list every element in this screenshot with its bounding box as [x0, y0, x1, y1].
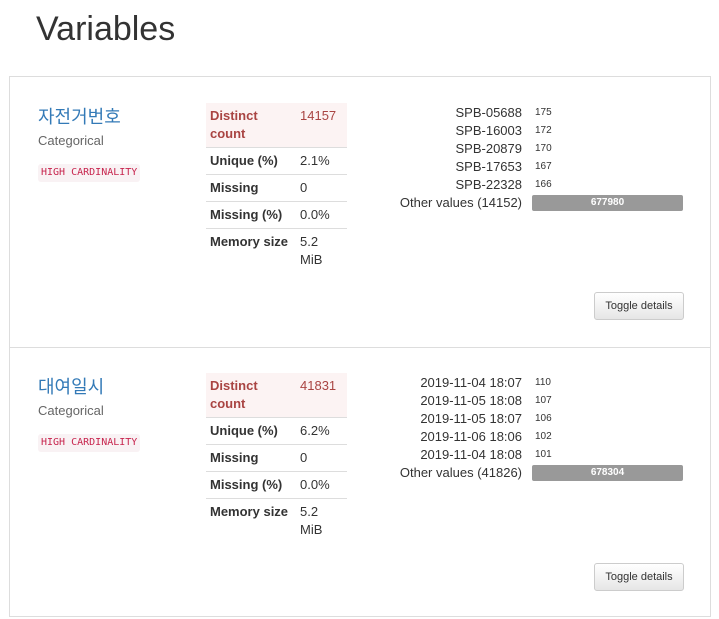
stats-row: Unique (%) 6.2% — [206, 417, 347, 445]
stats-row: Unique (%) 2.1% — [206, 147, 347, 175]
stat-value: 6.2% — [296, 417, 347, 445]
frequency-value: 2019-11-05 18:07 — [420, 411, 522, 426]
stat-value: 0.0% — [296, 201, 347, 229]
stat-label: Memory size — [206, 228, 296, 273]
page-title: Variables — [36, 10, 176, 48]
stat-value: 0 — [296, 174, 347, 202]
frequency-count: 172 — [535, 125, 552, 136]
variable-row: 자전거번호 Categorical HIGH CARDINALITY Disti… — [10, 77, 710, 348]
stats-row: Missing (%) 0.0% — [206, 471, 347, 499]
frequency-row: SPB-20879 170 — [370, 140, 690, 158]
high-cardinality-badge: HIGH CARDINALITY — [38, 434, 141, 452]
stat-label: Missing — [206, 444, 296, 472]
stat-label: Missing — [206, 174, 296, 202]
toggle-details-button[interactable]: Toggle details — [594, 563, 684, 591]
variable-name-link[interactable]: 대여일시 — [38, 377, 104, 399]
frequency-count: 107 — [535, 395, 552, 406]
stat-value: 5.2 MiB — [296, 498, 347, 543]
other-values-row: Other values (41826) 678304 — [370, 464, 690, 482]
other-values-label: Other values (14152) — [399, 195, 522, 210]
stat-value: 14157 — [300, 108, 337, 123]
frequency-count: 101 — [535, 449, 552, 460]
frequency-list: 2019-11-04 18:07 110 2019-11-05 18:08 10… — [370, 374, 690, 482]
stats-row: Distinct count 14157 — [206, 103, 347, 148]
stat-value: 0 — [296, 444, 347, 472]
frequency-value: SPB-16003 — [455, 123, 523, 138]
frequency-value: SPB-22328 — [455, 177, 523, 192]
stat-label: Missing (%) — [206, 201, 296, 229]
stats-row: Memory size 5.2 MiB — [206, 228, 347, 273]
stat-value: 5.2 MiB — [296, 228, 347, 273]
stat-label: Memory size — [206, 498, 296, 543]
frequency-row: 2019-11-05 18:08 107 — [370, 392, 690, 410]
other-values-bar: 678304 — [532, 465, 683, 481]
stat-value: 0.0% — [296, 471, 347, 499]
stats-table: Distinct count 41831 Unique (%) 6.2% Mis… — [206, 373, 347, 543]
toggle-details-button[interactable]: Toggle details — [594, 292, 684, 320]
frequency-row: 2019-11-05 18:07 106 — [370, 410, 690, 428]
other-values-row: Other values (14152) 677980 — [370, 194, 690, 212]
frequency-value: 2019-11-05 18:08 — [420, 393, 522, 408]
frequency-value: 2019-11-06 18:06 — [420, 429, 522, 444]
frequency-count: 110 — [535, 377, 551, 388]
other-values-label: Other values (41826) — [399, 465, 522, 480]
frequency-count: 106 — [535, 413, 552, 424]
stats-table: Distinct count 14157 Unique (%) 2.1% Mis… — [206, 103, 347, 273]
stat-label: Distinct count — [210, 108, 258, 141]
stat-label: Distinct count — [210, 378, 258, 411]
frequency-value: SPB-20879 — [455, 141, 523, 156]
frequency-row: SPB-22328 166 — [370, 176, 690, 194]
frequency-row: SPB-17653 167 — [370, 158, 690, 176]
frequency-count: 166 — [535, 179, 552, 190]
other-values-bar: 677980 — [532, 195, 683, 211]
frequency-list: SPB-05688 175 SPB-16003 172 SPB-20879 17… — [370, 104, 690, 212]
frequency-count: 102 — [535, 431, 552, 442]
stat-label: Missing (%) — [206, 471, 296, 499]
variable-row: 대여일시 Categorical HIGH CARDINALITY Distin… — [10, 347, 710, 617]
frequency-value: 2019-11-04 18:08 — [420, 447, 522, 462]
stats-row: Missing (%) 0.0% — [206, 201, 347, 229]
frequency-row: SPB-05688 175 — [370, 104, 690, 122]
frequency-row: 2019-11-06 18:06 102 — [370, 428, 690, 446]
stats-row: Missing 0 — [206, 174, 347, 202]
stat-value: 41831 — [300, 378, 337, 393]
high-cardinality-badge: HIGH CARDINALITY — [38, 164, 141, 182]
variables-panel: 자전거번호 Categorical HIGH CARDINALITY Disti… — [9, 76, 711, 617]
stats-row: Memory size 5.2 MiB — [206, 498, 347, 543]
frequency-row: 2019-11-04 18:08 101 — [370, 446, 690, 464]
frequency-count: 170 — [535, 143, 552, 154]
frequency-value: SPB-05688 — [455, 105, 523, 120]
frequency-value: 2019-11-04 18:07 — [420, 375, 522, 390]
variable-type: Categorical — [38, 133, 104, 148]
stat-value: 2.1% — [296, 147, 347, 175]
stat-label: Unique (%) — [206, 417, 296, 445]
stats-row: Distinct count 41831 — [206, 373, 347, 418]
variable-name-link[interactable]: 자전거번호 — [38, 107, 121, 129]
frequency-value: SPB-17653 — [455, 159, 523, 174]
frequency-row: SPB-16003 172 — [370, 122, 690, 140]
stat-label: Unique (%) — [206, 147, 296, 175]
frequency-count: 175 — [535, 107, 552, 118]
frequency-count: 167 — [535, 161, 552, 172]
stats-row: Missing 0 — [206, 444, 347, 472]
frequency-row: 2019-11-04 18:07 110 — [370, 374, 690, 392]
variable-type: Categorical — [38, 403, 104, 418]
